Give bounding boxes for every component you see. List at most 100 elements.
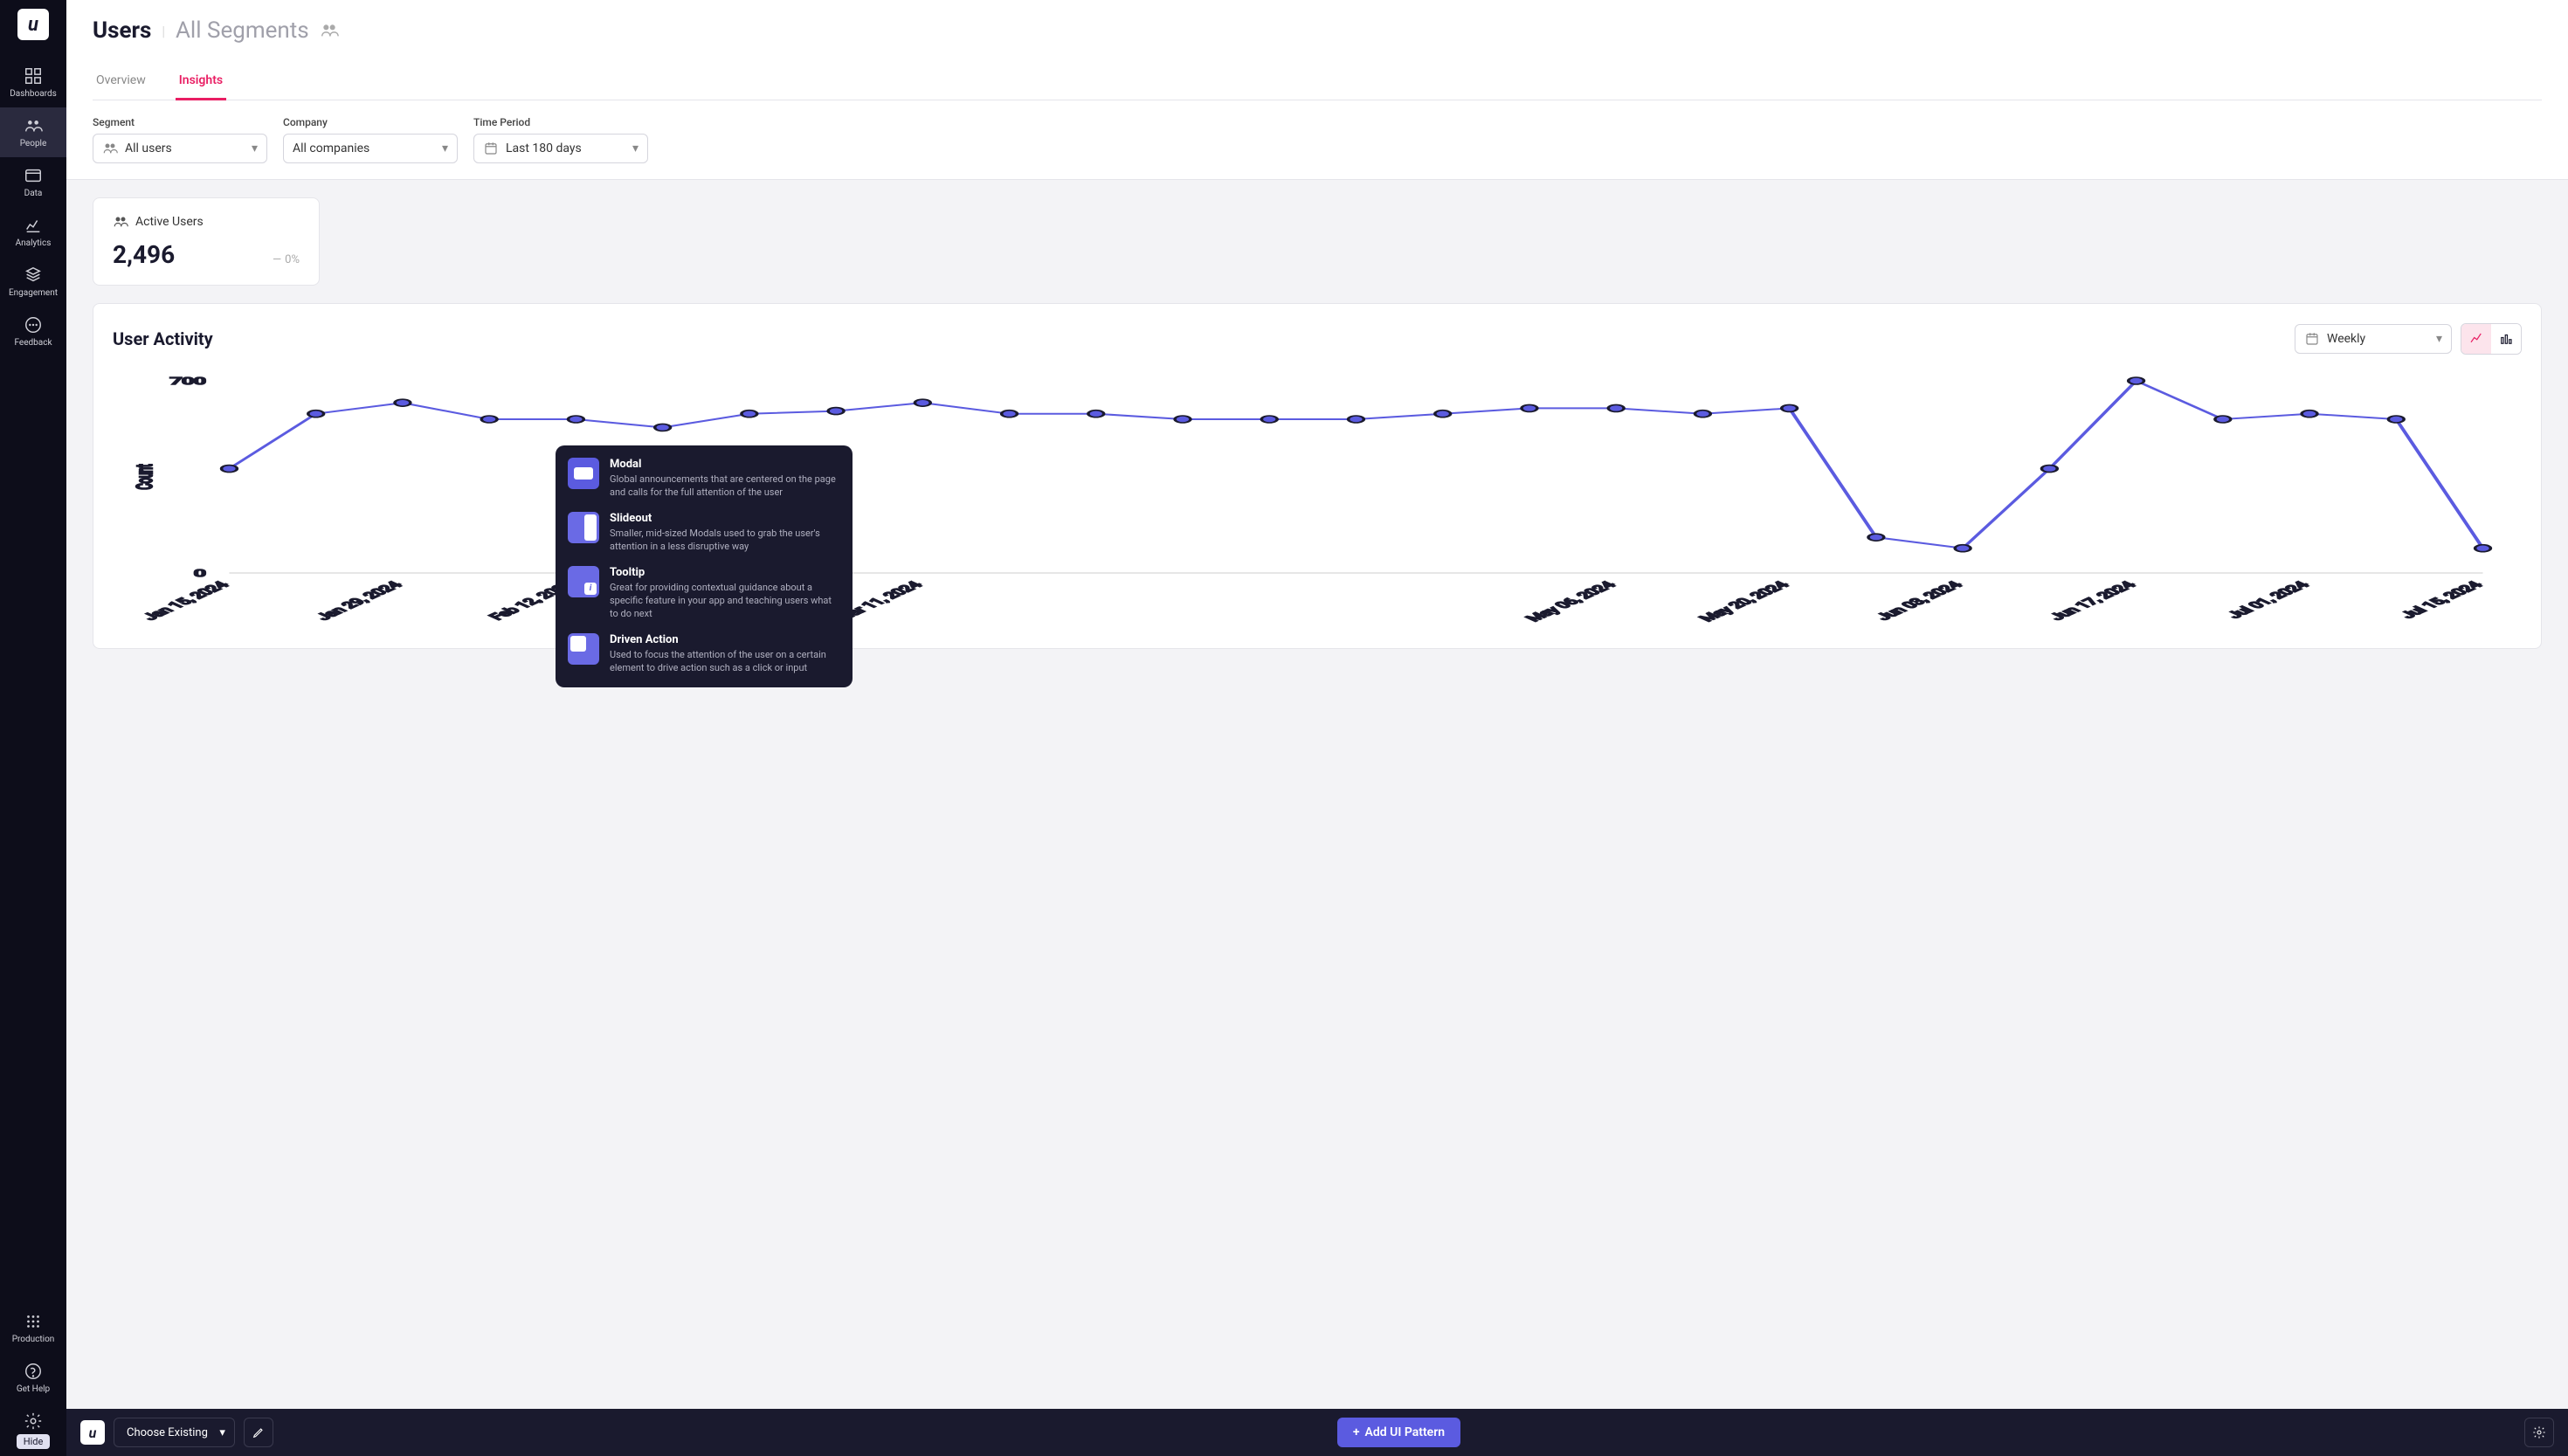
choose-existing-button[interactable]: Choose Existing ▾: [114, 1418, 235, 1447]
header: Users | All Segments Overview Insights: [66, 0, 2568, 100]
pattern-popup: Modal Global announcements that are cent…: [556, 445, 853, 687]
sidebar: u Dashboards People Data Analytics Engag…: [0, 0, 66, 1456]
popup-title: Driven Action: [610, 633, 840, 646]
popup-tooltip[interactable]: i Tooltip Great for providing contextual…: [568, 566, 840, 621]
chevron-down-icon: ▾: [442, 141, 448, 155]
nav-help[interactable]: Get Help: [0, 1353, 66, 1403]
slideout-icon: [568, 512, 599, 543]
hide-button[interactable]: Hide: [17, 1434, 51, 1449]
help-icon: [24, 1362, 43, 1381]
chart-card: User Activity Weekly ▾: [93, 303, 2542, 649]
kpi-delta: — 0%: [273, 253, 300, 266]
svg-text:May 20, 2024: May 20, 2024: [1695, 580, 1793, 624]
popup-desc: Global announcements that are centered o…: [610, 473, 840, 500]
popup-slideout[interactable]: Slideout Smaller, mid-sized Modals used …: [568, 512, 840, 554]
svg-text:Jan 15, 2024: Jan 15, 2024: [139, 580, 233, 623]
plus-icon: +: [1353, 1425, 1360, 1439]
chevron-down-icon: ▾: [219, 1426, 225, 1439]
svg-text:Count: Count: [131, 464, 157, 489]
data-icon: [24, 166, 43, 185]
nav-label: People: [20, 139, 47, 148]
add-ui-pattern-button[interactable]: + Add UI Pattern: [1337, 1418, 1460, 1447]
granularity-select[interactable]: Weekly ▾: [2295, 324, 2452, 354]
line-chart-icon: [2468, 331, 2484, 347]
popup-desc: Great for providing contextual guidance …: [610, 581, 840, 621]
user-activity-chart: 0700CountJan 15, 2024Jan 29, 2024Feb 12,…: [113, 363, 2522, 625]
chart-type-bar[interactable]: [2491, 324, 2521, 354]
nav-label: Engagement: [9, 288, 58, 298]
pencil-icon: [252, 1425, 266, 1439]
nav-data[interactable]: Data: [0, 157, 66, 207]
chart-title: User Activity: [113, 328, 213, 349]
analytics-icon: [24, 216, 43, 235]
page-subtitle: All Segments: [176, 17, 309, 44]
period-select[interactable]: Last 180 days ▾: [473, 134, 648, 163]
nav-feedback[interactable]: Feedback: [0, 307, 66, 356]
company-label: Company: [283, 116, 458, 128]
kpi-title: Active Users: [135, 215, 204, 229]
page-title: Users: [93, 17, 151, 44]
bottom-bar: u Choose Existing ▾ + Add UI Pattern: [66, 1409, 2568, 1456]
svg-text:Jun 17, 2024: Jun 17, 2024: [2046, 580, 2140, 623]
people-icon: [24, 116, 43, 135]
nav-label: Production: [12, 1335, 55, 1344]
nav-people[interactable]: People: [0, 107, 66, 157]
company-value: All companies: [293, 141, 369, 155]
popup-title: Tooltip: [610, 566, 840, 579]
filter-bar: Segment All users ▾ Company All companie…: [66, 100, 2568, 180]
logo[interactable]: u: [17, 9, 49, 40]
tooltip-icon: i: [568, 566, 599, 597]
nav-analytics[interactable]: Analytics: [0, 207, 66, 257]
bar-chart-icon: [2498, 331, 2514, 347]
dashboard-icon: [24, 66, 43, 86]
people-icon: [320, 21, 339, 40]
people-icon: [113, 214, 128, 230]
popup-title: Modal: [610, 458, 840, 471]
bottom-logo[interactable]: u: [80, 1420, 105, 1445]
svg-text:Jul 01, 2024: Jul 01, 2024: [2223, 580, 2314, 621]
svg-text:Jul 15, 2024: Jul 15, 2024: [2397, 580, 2488, 621]
nav-label: Get Help: [17, 1384, 50, 1394]
feedback-icon: [24, 315, 43, 335]
kpi-value: 2,496: [113, 240, 175, 269]
chevron-down-icon: ▾: [632, 141, 639, 155]
segment-label: Segment: [93, 116, 267, 128]
nav-label: Dashboards: [10, 89, 57, 99]
svg-text:Jan 29, 2024: Jan 29, 2024: [312, 580, 406, 623]
grid-icon: [24, 1312, 43, 1331]
nav-label: Analytics: [16, 238, 52, 248]
kpi-active-users: Active Users 2,496 — 0%: [93, 197, 320, 286]
segment-select[interactable]: All users ▾: [93, 134, 267, 163]
nav-engagement[interactable]: Engagement: [0, 257, 66, 307]
calendar-icon: [483, 141, 499, 156]
svg-text:May 06, 2024: May 06, 2024: [1522, 580, 1620, 624]
nav-label: Data: [24, 189, 43, 198]
svg-text:700: 700: [170, 376, 206, 387]
people-icon: [102, 141, 118, 156]
nav-production[interactable]: Production: [0, 1303, 66, 1353]
period-label: Time Period: [473, 116, 648, 128]
gear-icon: [24, 1411, 43, 1431]
popup-driven-action[interactable]: Driven Action Used to focus the attentio…: [568, 633, 840, 675]
nav-label: Feedback: [14, 338, 52, 348]
settings-button[interactable]: [2524, 1418, 2554, 1447]
nav-dashboards[interactable]: Dashboards: [0, 58, 66, 107]
chevron-down-icon: ▾: [252, 141, 258, 155]
tab-overview[interactable]: Overview: [93, 65, 149, 100]
svg-text:0: 0: [194, 568, 206, 579]
svg-text:Jun 03, 2024: Jun 03, 2024: [1873, 580, 1967, 623]
edit-button[interactable]: [244, 1418, 273, 1447]
company-select[interactable]: All companies ▾: [283, 134, 458, 163]
segment-value: All users: [125, 141, 172, 155]
popup-title: Slideout: [610, 512, 840, 525]
gear-icon: [2532, 1425, 2546, 1439]
chevron-down-icon: ▾: [2436, 332, 2442, 346]
tab-insights[interactable]: Insights: [176, 65, 226, 100]
popup-modal[interactable]: Modal Global announcements that are cent…: [568, 458, 840, 500]
nav-settings[interactable]: [0, 1403, 66, 1434]
granularity-value: Weekly: [2327, 332, 2365, 346]
engagement-icon: [24, 266, 43, 285]
modal-icon: [568, 458, 599, 489]
chart-type-line[interactable]: [2461, 324, 2491, 354]
calendar-icon: [2304, 331, 2320, 347]
